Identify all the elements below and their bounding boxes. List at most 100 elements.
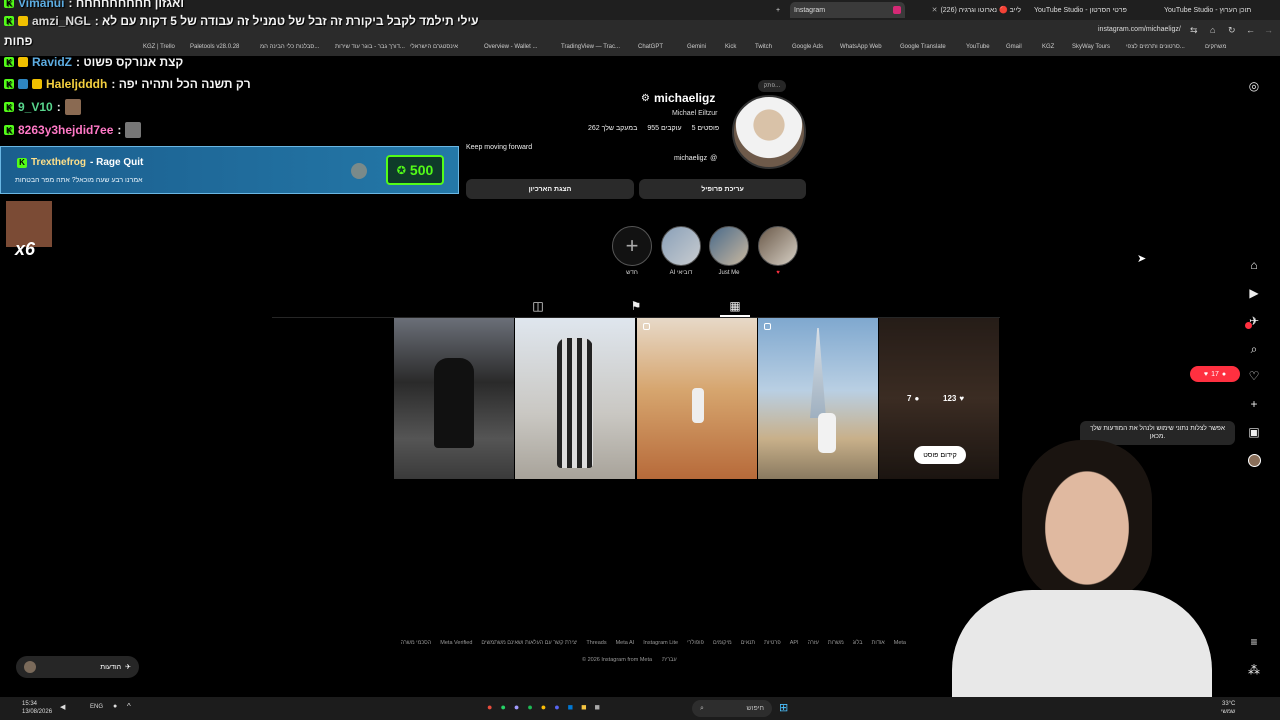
app-icon[interactable]: ■ [595, 702, 600, 712]
bookmark[interactable]: סבלנות כלי הבינה המ... [260, 44, 319, 50]
settings-icon[interactable]: ⇆ [1190, 25, 1198, 36]
weather-widget[interactable]: 33°C שמשי [1221, 700, 1235, 716]
chat-message: K RavidZ : קצת אנורקס פשוט [4, 55, 183, 69]
mic-icon[interactable]: ● [113, 703, 117, 710]
whatsapp-icon[interactable]: ● [500, 702, 505, 712]
post-thumbnail[interactable] [394, 318, 514, 479]
discord-icon[interactable]: ● [554, 702, 559, 712]
bookmark[interactable]: TradingView — Trac... [561, 44, 620, 50]
bookmark[interactable]: Overview - Wallet ... [484, 44, 537, 50]
chrome-icon[interactable]: ● [541, 702, 546, 712]
edit-profile-button[interactable]: עריכת פרופיל [639, 179, 806, 199]
taskbar-search[interactable]: ⌕ חיפוש [692, 700, 772, 717]
spotify-icon[interactable]: ● [527, 702, 532, 712]
new-tab-button[interactable]: + [772, 2, 782, 18]
new-highlight-button[interactable]: + [612, 226, 652, 266]
bookmark[interactable]: YouTube [966, 44, 990, 50]
messages-badge [1245, 322, 1252, 329]
bookmark[interactable]: Paletools v28.0.28 [190, 44, 239, 50]
followers-count[interactable]: 955 עוקבים [647, 125, 681, 132]
app-icon[interactable]: ● [487, 702, 492, 712]
highlight-ai-dubai[interactable] [661, 226, 701, 266]
close-icon[interactable]: ✕ [932, 6, 938, 14]
avatar [24, 661, 36, 673]
following-count[interactable]: 262 במעקב שלך [588, 125, 637, 132]
gem-badge-icon [18, 79, 28, 89]
bookmark[interactable]: KGZ | Trello [143, 44, 175, 50]
tray-expand-icon[interactable]: ^ [127, 702, 131, 711]
tab-youtube-studio-video[interactable]: YouTube Studio - פרטי הסרטון [1030, 2, 1158, 18]
tab-instagram[interactable]: Instagram [790, 2, 905, 18]
bookmark[interactable]: SkyWay Tours [1072, 44, 1110, 50]
windows-start-icon[interactable]: ⊞ [779, 701, 788, 714]
home-icon[interactable]: ⌂ [1210, 25, 1215, 35]
forward-icon[interactable]: → [1264, 25, 1273, 35]
home-nav-icon[interactable]: ⌂ [1247, 258, 1261, 272]
bookmark[interactable]: דורך גבר - בוגר עוד שירות... [335, 44, 405, 50]
post-figure [434, 358, 474, 448]
notifications-nav-icon[interactable]: ♡ [1247, 369, 1261, 383]
profile-avatar[interactable] [732, 95, 806, 169]
posts-count: 5 פוסטים [691, 125, 720, 132]
bookmark[interactable]: Google Ads [792, 44, 823, 50]
language-indicator[interactable]: ENG [90, 704, 103, 710]
reload-icon[interactable]: ↻ [1228, 25, 1236, 36]
reels-nav-icon[interactable]: ▶ [1247, 286, 1261, 300]
create-nav-icon[interactable]: + [1247, 397, 1261, 411]
bookmark[interactable]: Gemini [687, 44, 706, 50]
post-thumbnail[interactable] [515, 318, 635, 479]
note-bubble[interactable]: פתק... [758, 80, 786, 92]
app-icon[interactable]: ● [514, 702, 519, 712]
tab-youtube-studio-content[interactable]: YouTube Studio - תוכן הערוץ [1160, 2, 1278, 18]
language-selector[interactable]: עברית [662, 657, 677, 663]
bookmark[interactable]: WhatsApp Web [840, 44, 882, 50]
notifications-bubble[interactable]: ♥ 17 ● [1190, 366, 1240, 382]
highlight-label: Just Me [718, 270, 740, 276]
carousel-icon [643, 323, 650, 330]
post-thumbnail[interactable] [637, 318, 757, 479]
comments-count: 7 ● [907, 394, 920, 403]
bookmark[interactable]: ChatGPT [638, 44, 663, 50]
post-thumbnail[interactable] [758, 318, 878, 479]
donation-alert: K Trexthefrog - Rage Quit אמרנו רבע שעה … [0, 146, 459, 194]
saved-tab-icon[interactable]: ⚑ [629, 299, 643, 313]
bookmark[interactable]: Kick [725, 44, 736, 50]
copyright: © 2026 Instagram from Meta [582, 657, 653, 663]
bookmark[interactable]: משחקים [1205, 44, 1226, 50]
bookmark[interactable]: Google Translate [900, 44, 946, 50]
messages-floating-button[interactable]: הודעות ✈ [16, 656, 139, 678]
highlight-just-me[interactable] [709, 226, 749, 266]
highlight-label: ♥ [776, 270, 780, 276]
taskbar-clock[interactable]: 15:34 13/08/2026 [22, 700, 52, 716]
tagged-tab-icon[interactable]: ◫ [531, 299, 545, 313]
view-archive-button[interactable]: הצגת הארכיון [466, 179, 634, 199]
instagram-logo-icon[interactable]: ◎ [1247, 79, 1261, 93]
bookmarks-bar: KGZ | Trello Paletools v28.0.28 סבלנות כ… [0, 42, 1280, 56]
url-field[interactable]: instagram.com/michaeligz/ [1098, 26, 1181, 33]
streamer-shirt [952, 590, 1212, 697]
bookmark[interactable]: Gmail [1006, 44, 1022, 50]
volume-icon[interactable]: ◀ [60, 703, 65, 711]
alert-message: אמרנו רבע שעה מוכאל? אתה מפר הבטחות [15, 177, 143, 184]
bookmark[interactable]: Twitch [755, 44, 772, 50]
tab-live[interactable]: ✕ לייב 🔴 נארוטו וגרגיה (226) [910, 2, 1025, 18]
alert-header: K Trexthefrog - Rage Quit [17, 157, 143, 168]
app-icon[interactable]: ■ [568, 702, 573, 712]
bookmark[interactable]: סרטונים ותרמים לצפי... [1126, 44, 1185, 50]
post-figure [557, 338, 593, 468]
highlight-heart[interactable] [758, 226, 798, 266]
bookmark[interactable]: אינסטגרם הישראלי [410, 44, 458, 50]
sub-badge-icon [32, 79, 42, 89]
posts-grid-tab-icon[interactable]: ▦ [728, 299, 742, 313]
kick-coin-icon: ✪ [396, 164, 406, 177]
file-explorer-icon[interactable]: ■ [581, 702, 586, 712]
username-row: ⚙ michaeligz [641, 91, 715, 105]
search-nav-icon[interactable]: ⌕ [1247, 342, 1261, 356]
back-icon[interactable]: ← [1246, 25, 1255, 35]
settings-gear-icon[interactable]: ⚙ [641, 93, 650, 104]
bookmark[interactable]: KGZ [1042, 44, 1054, 50]
person-icon: ● [1221, 370, 1227, 378]
chat-message: K 8263y3hejdid7ee : [4, 122, 142, 138]
threads-link[interactable]: michaeligz @ [674, 155, 717, 162]
profile-bio: Keep moving forward [466, 144, 533, 151]
